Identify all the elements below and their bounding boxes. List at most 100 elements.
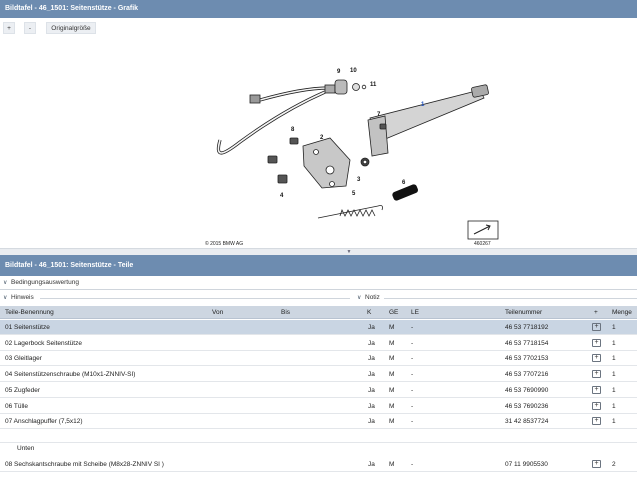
- part-name: 01 Seitenstütze: [5, 324, 50, 331]
- k-value: Ja: [368, 339, 375, 347]
- callout-11[interactable]: 11: [370, 82, 377, 88]
- part-name: 07 Anschlagpuffer (7,5x12): [5, 418, 83, 426]
- callout-8[interactable]: 8: [291, 127, 295, 133]
- exploded-parts-diagram[interactable]: 1 2 3 4 5 6 7 8 9 10 11 © 2015 BMW AG 46…: [200, 58, 500, 250]
- hint-toggle[interactable]: ∨ Hinweis: [3, 291, 34, 304]
- add-to-cart-icon[interactable]: +: [592, 338, 601, 347]
- le-value: -: [411, 339, 414, 347]
- parts-panel-title: Bildtafel - 46_1501: Seitenstütze - Teil…: [0, 255, 637, 276]
- k-value: Ja: [368, 386, 375, 394]
- table-row[interactable]: 08 Sechskantschraube mit Scheibe (M8x28-…: [0, 457, 637, 472]
- callout-9[interactable]: 9: [337, 69, 341, 75]
- group-label: Unten: [17, 445, 35, 452]
- add-to-cart-icon[interactable]: +: [592, 385, 601, 394]
- col-to[interactable]: Bis: [281, 306, 290, 319]
- divider: [0, 289, 637, 290]
- qty-value: 1: [612, 355, 616, 363]
- add-to-cart-icon[interactable]: +: [592, 401, 601, 410]
- switch-assembly-drawing: [334, 79, 367, 95]
- col-k[interactable]: K: [367, 306, 371, 319]
- qty-value: 2: [612, 461, 616, 468]
- k-value: Ja: [368, 324, 375, 331]
- part-name: 03 Gleitlager: [5, 355, 42, 363]
- k-value: Ja: [368, 461, 375, 468]
- zoom-out-button[interactable]: -: [24, 22, 36, 34]
- add-to-cart-icon[interactable]: +: [592, 323, 601, 331]
- le-value: -: [411, 461, 414, 468]
- table-row[interactable]: 06 Tülle Ja M - 46 53 7690236 1 +: [0, 398, 637, 414]
- chevron-down-icon[interactable]: ▼: [342, 250, 356, 255]
- part-name: 05 Zugfeder: [5, 386, 41, 394]
- col-from[interactable]: Von: [212, 306, 223, 319]
- parts-table-header: Teile-Benennung Von Bis K GE LE Teilenum…: [0, 306, 637, 319]
- ge-value: M: [389, 371, 395, 379]
- divider: [40, 298, 350, 299]
- qty-value: 1: [612, 371, 616, 379]
- add-to-cart-icon[interactable]: +: [592, 370, 601, 379]
- col-add[interactable]: +: [594, 306, 598, 319]
- ge-value: M: [389, 339, 395, 347]
- image-number: 460267: [474, 241, 491, 247]
- part-number: 07 11 9905530: [505, 461, 548, 468]
- table-row[interactable]: 02 Lagerbock Seitenstütze Ja M - 46 53 77181…: [0, 335, 637, 351]
- add-to-cart-icon[interactable]: +: [592, 460, 601, 468]
- sleeve-drawing: [392, 184, 419, 201]
- zoom-in-button[interactable]: +: [3, 22, 15, 34]
- group-header-row: Unten: [0, 442, 637, 458]
- ge-value: M: [389, 324, 395, 331]
- notes-label: Notiz: [365, 294, 380, 301]
- table-row[interactable]: 03 Gleitlager Ja M - 46 53 7702153 1 +: [0, 351, 637, 367]
- table-row[interactable]: 05 Zugfeder Ja M - 46 53 7690990 1 +: [0, 382, 637, 398]
- callout-4[interactable]: 4: [280, 193, 284, 199]
- k-value: Ja: [368, 418, 375, 426]
- ge-value: M: [389, 402, 395, 410]
- col-part-number[interactable]: Teilenummer: [505, 306, 542, 319]
- callout-5[interactable]: 5: [352, 191, 356, 197]
- ge-value: M: [389, 418, 395, 426]
- le-value: -: [411, 371, 414, 379]
- le-value: -: [411, 402, 414, 410]
- table-row[interactable]: 04 Seitenstützenschraube (M10x1-ZNNIV-SI…: [0, 367, 637, 383]
- le-value: -: [411, 418, 414, 426]
- side-stand-drawing: [367, 84, 489, 157]
- qty-value: 1: [612, 324, 616, 331]
- callout-10[interactable]: 10: [350, 68, 357, 74]
- add-to-cart-icon[interactable]: +: [592, 417, 601, 426]
- panel-splitter[interactable]: ▼: [0, 248, 637, 255]
- le-value: -: [411, 355, 414, 363]
- conditions-label: Bedingungsauswertung: [11, 279, 79, 286]
- part-number: 31 42 8537724: [505, 418, 549, 426]
- part-number: 46 53 7707216: [505, 371, 549, 379]
- spring-drawing: [317, 205, 383, 219]
- part-name: 08 Sechskantschraube mit Scheibe (M8x28-…: [5, 461, 164, 468]
- add-to-cart-icon[interactable]: +: [592, 354, 601, 363]
- graphic-panel-title: Bildtafel - 46_1501: Seitenstütze - Graf…: [0, 0, 637, 18]
- part-name: 02 Lagerbock Seitenstütze: [5, 339, 82, 347]
- table-row[interactable]: 07 Anschlagpuffer (7,5x12) Ja M - 31 42 8537…: [0, 414, 637, 430]
- part-number: 46 53 7690990: [505, 386, 549, 394]
- k-value: Ja: [368, 355, 375, 363]
- original-size-button[interactable]: Originalgröße: [46, 22, 96, 34]
- ge-value: M: [389, 355, 395, 363]
- notes-toggle[interactable]: ∨ Notiz: [357, 291, 380, 304]
- k-value: Ja: [368, 402, 375, 410]
- chevron-down-icon: ∨: [357, 295, 362, 301]
- part-number: 46 53 7718192: [505, 324, 549, 331]
- arrow-icon: [467, 220, 499, 240]
- table-row[interactable]: 01 Seitenstütze Ja M - 46 53 7718192 1 +: [0, 320, 637, 335]
- col-ge[interactable]: GE: [389, 306, 398, 319]
- col-le[interactable]: LE: [411, 306, 419, 319]
- hint-label: Hinweis: [11, 294, 34, 301]
- col-qty[interactable]: Menge: [612, 306, 632, 319]
- qty-value: 1: [612, 386, 616, 394]
- callout-3[interactable]: 3: [357, 177, 361, 183]
- conditions-toggle[interactable]: ∨ Bedingungsauswertung: [3, 276, 79, 289]
- k-value: Ja: [368, 371, 375, 379]
- part-name: 04 Seitenstützenschraube (M10x1-ZNNIV-SI…: [5, 371, 136, 379]
- copyright-text: © 2015 BMW AG: [205, 240, 243, 247]
- callout-6[interactable]: 6: [402, 180, 406, 186]
- ge-value: M: [389, 461, 395, 468]
- col-name[interactable]: Teile-Benennung: [5, 306, 54, 319]
- qty-value: 1: [612, 339, 616, 347]
- ge-value: M: [389, 386, 395, 394]
